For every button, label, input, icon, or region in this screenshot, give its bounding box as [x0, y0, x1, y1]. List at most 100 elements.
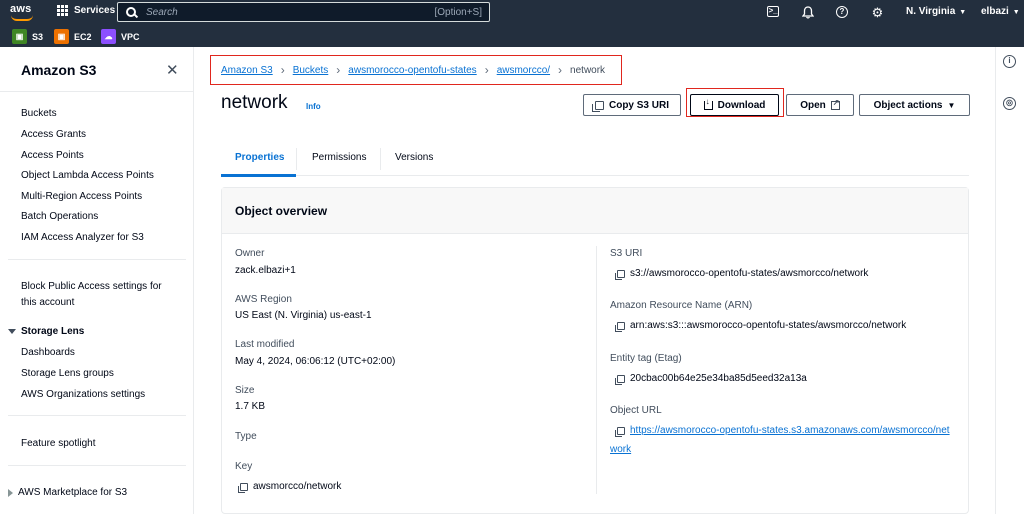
- favorites-bar: ▣ S3 ▣ EC2 ☁ VPC: [0, 25, 1024, 47]
- key-value: awsmorcco/network: [253, 481, 342, 492]
- sidebar-item-dashboards[interactable]: Dashboards: [21, 347, 75, 358]
- sidebar-item-access-points[interactable]: Access Points: [21, 150, 84, 161]
- copy-icon[interactable]: [615, 374, 625, 385]
- field-label-s3-uri: S3 URI: [610, 248, 643, 259]
- download-button[interactable]: Download: [690, 94, 779, 116]
- aws-logo[interactable]: aws: [10, 3, 38, 22]
- chevron-right-icon: ›: [336, 63, 341, 77]
- close-icon[interactable]: ✕: [166, 61, 179, 79]
- account-menu[interactable]: elbazi ▼: [981, 6, 1020, 17]
- settings-icon[interactable]: ◎: [1003, 97, 1016, 110]
- column-divider: [596, 246, 597, 494]
- cloudshell-icon[interactable]: >_: [767, 6, 779, 17]
- gear-icon[interactable]: ⚙: [871, 6, 884, 19]
- field-value-etag: 20cbac00b64e25e34ba85d5eed32a13a: [615, 373, 807, 385]
- copy-icon[interactable]: [238, 482, 248, 493]
- section-title: Storage Lens: [21, 326, 85, 337]
- chevron-right-icon: ›: [484, 63, 489, 77]
- tab-separator: [380, 148, 381, 170]
- arn-value: arn:aws:s3:::awsmorocco-opentofu-states/…: [630, 320, 907, 331]
- services-menu[interactable]: Services: [57, 5, 115, 16]
- sidebar-item-marketplace[interactable]: AWS Marketplace for S3: [8, 487, 127, 498]
- button-label: Download: [717, 99, 766, 111]
- chevron-right-icon: ›: [280, 63, 285, 77]
- sidebar-item-iam-analyzer[interactable]: IAM Access Analyzer for S3: [21, 232, 144, 243]
- copy-s3-uri-button[interactable]: Copy S3 URI: [583, 94, 681, 116]
- external-link-icon: [830, 98, 840, 110]
- field-value-size: 1.7 KB: [235, 401, 266, 412]
- top-navigation: aws Services [Option+S] >_ ? ⚙ N. Virgin…: [0, 0, 1024, 25]
- chevron-down-icon: ▼: [1012, 9, 1020, 16]
- field-label-object-url: Object URL: [610, 405, 662, 416]
- field-value-object-url: https://awsmorocco-opentofu-states.s3.am…: [615, 425, 950, 437]
- favorite-vpc[interactable]: ☁ VPC: [101, 29, 140, 44]
- breadcrumb: Amazon S3 › Buckets › awsmorocco-opentof…: [210, 55, 622, 85]
- object-url-link-continued[interactable]: work: [610, 441, 950, 458]
- ec2-service-icon: ▣: [54, 29, 69, 44]
- breadcrumb-link[interactable]: Amazon S3: [221, 65, 273, 76]
- sidebar-section-storage-lens[interactable]: Storage Lens: [8, 326, 84, 337]
- tab-versions[interactable]: Versions: [395, 152, 433, 163]
- chevron-down-icon: ▼: [959, 9, 967, 16]
- services-label: Services: [74, 5, 116, 16]
- sidebar-item-storage-lens-groups[interactable]: Storage Lens groups: [21, 368, 114, 379]
- field-value-s3-uri: s3://awsmorocco-opentofu-states/awsmorcc…: [615, 268, 869, 280]
- sidebar-item-block-public-access[interactable]: Block Public Access settings for this ac…: [21, 281, 162, 308]
- tab-permissions[interactable]: Permissions: [312, 152, 366, 163]
- sidebar-item-access-grants[interactable]: Access Grants: [21, 129, 86, 140]
- info-icon[interactable]: i: [1003, 55, 1016, 68]
- copy-icon[interactable]: [615, 426, 625, 437]
- tab-properties[interactable]: Properties: [235, 152, 284, 163]
- sidebar-item-label: Block Public Access settings for: [21, 281, 162, 292]
- sidebar-item-org-settings[interactable]: AWS Organizations settings: [21, 389, 145, 400]
- favorite-label: EC2: [74, 31, 92, 42]
- sidebar-divider: [8, 465, 186, 466]
- copy-icon[interactable]: [615, 321, 625, 332]
- field-value-owner: zack.elbazi+1: [235, 265, 296, 276]
- sidebar-item-multi-region[interactable]: Multi-Region Access Points: [21, 191, 142, 202]
- sidebar-item-batch-operations[interactable]: Batch Operations: [21, 211, 98, 222]
- open-button[interactable]: Open: [786, 94, 854, 116]
- grid-icon: [57, 5, 68, 16]
- field-label-size: Size: [235, 385, 255, 396]
- region-selector[interactable]: N. Virginia ▼: [906, 6, 966, 17]
- copy-icon: [591, 100, 604, 112]
- panel-title: Object overview: [235, 204, 328, 218]
- sidebar-divider: [0, 91, 194, 92]
- search-input[interactable]: [146, 6, 406, 18]
- sidebar-item-buckets[interactable]: Buckets: [21, 108, 57, 119]
- sidebar-item-feature-spotlight[interactable]: Feature spotlight: [21, 438, 96, 449]
- field-label-key: Key: [235, 461, 253, 472]
- caret-down-icon: ▼: [947, 100, 956, 110]
- field-label-region: AWS Region: [235, 294, 292, 305]
- favorite-s3[interactable]: ▣ S3: [12, 29, 43, 44]
- object-actions-button[interactable]: Object actions ▼: [859, 94, 970, 116]
- favorite-ec2[interactable]: ▣ EC2: [54, 29, 92, 44]
- sidebar-title: Amazon S3: [21, 62, 97, 78]
- user-label: elbazi: [981, 6, 1009, 17]
- favorite-label: VPC: [121, 31, 140, 42]
- copy-icon[interactable]: [615, 269, 625, 280]
- s3-uri-value: s3://awsmorocco-opentofu-states/awsmorcc…: [630, 268, 869, 279]
- search-bar[interactable]: [Option+S]: [117, 2, 490, 22]
- right-help-rail: i ◎: [995, 47, 1024, 514]
- breadcrumb-current: network: [570, 64, 606, 76]
- active-tab-indicator: [221, 174, 296, 177]
- search-shortcut: [Option+S]: [434, 7, 482, 18]
- sidebar-item-label: AWS Marketplace for S3: [18, 487, 128, 498]
- caret-right-icon: [8, 488, 13, 497]
- bell-icon[interactable]: [801, 6, 814, 19]
- etag-value: 20cbac00b64e25e34ba85d5eed32a13a: [630, 373, 807, 384]
- object-url-link[interactable]: https://awsmorocco-opentofu-states.s3.am…: [630, 425, 950, 436]
- caret-down-icon: [8, 329, 16, 334]
- download-icon: [703, 97, 713, 110]
- field-value-region: US East (N. Virginia) us-east-1: [235, 310, 372, 321]
- button-label: Object actions: [873, 99, 943, 111]
- breadcrumb-link[interactable]: Buckets: [293, 65, 329, 76]
- sidebar-item-object-lambda[interactable]: Object Lambda Access Points: [21, 170, 154, 181]
- field-value-key: awsmorcco/network: [238, 481, 342, 493]
- info-link[interactable]: Info: [306, 102, 321, 111]
- breadcrumb-link[interactable]: awsmorcco/: [497, 65, 550, 76]
- breadcrumb-link[interactable]: awsmorocco-opentofu-states: [348, 65, 476, 76]
- help-icon[interactable]: ?: [836, 6, 848, 18]
